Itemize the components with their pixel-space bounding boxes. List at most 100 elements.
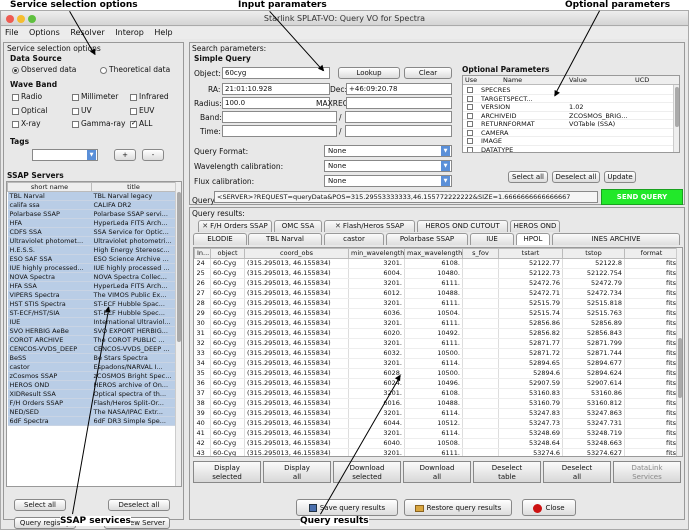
server-row[interactable]: Ultraviolet photomet... Ultraviolet photo… xyxy=(7,236,176,246)
deselect-all-params-button[interactable]: Deselect all xyxy=(552,171,600,183)
minimize-window-icon[interactable] xyxy=(17,15,25,23)
results-tab[interactable]: ELODIE xyxy=(193,233,247,245)
results-tab[interactable]: Polarbase SSAP xyxy=(386,233,468,245)
results-row[interactable]: 32 60-Cyg (315.295013, 46.155834) 3201. 6111… xyxy=(194,338,679,349)
col-title[interactable]: title xyxy=(91,182,176,192)
results-col-header[interactable]: format xyxy=(624,248,679,259)
results-col-header[interactable]: In... xyxy=(194,248,211,259)
menu-resolver[interactable]: Resolver xyxy=(70,28,104,37)
results-col-header[interactable]: min_wavelength xyxy=(348,248,405,259)
close-button[interactable]: Close xyxy=(522,499,576,516)
use-checkbox[interactable] xyxy=(467,146,473,152)
results-row[interactable]: 36 60-Cyg (315.295013, 46.155834) 6024. 1049… xyxy=(194,378,679,389)
param-value[interactable]: VOTable (SSA) xyxy=(569,120,615,128)
results-row[interactable]: 39 60-Cyg (315.295013, 46.155834) 3201. 6114… xyxy=(194,408,679,419)
result-action-button[interactable]: Download all xyxy=(403,461,471,483)
server-row[interactable]: Polarbase SSAP Polarbase SSAP servi... xyxy=(7,209,176,219)
radius-input[interactable]: 100.0 xyxy=(222,97,330,109)
results-row[interactable]: 42 60-Cyg (315.295013, 46.155834) 6040. 1050… xyxy=(194,438,679,449)
server-row[interactable]: 6dF Spectra 6dF DR3 Simple Spe... xyxy=(7,416,176,426)
results-row[interactable]: 35 60-Cyg (315.295013, 46.155834) 6028. 1050… xyxy=(194,368,679,379)
results-tab[interactable]: IUE xyxy=(470,233,514,245)
results-col-header[interactable]: tstop xyxy=(562,248,625,259)
server-row[interactable]: HFA HyperLeda FITS Arch... xyxy=(7,218,176,228)
band-xray[interactable]: X-ray xyxy=(12,119,41,128)
server-row[interactable]: castor Espadons/NARVAL I... xyxy=(7,362,176,372)
results-row[interactable]: 34 60-Cyg (315.295013, 46.155834) 3201. 6114… xyxy=(194,358,679,369)
optional-param-row[interactable]: CAMERA xyxy=(463,129,675,137)
tags-dropdown[interactable] xyxy=(32,149,98,161)
optional-scrollbar[interactable] xyxy=(673,85,679,152)
results-scrollbar[interactable] xyxy=(676,248,682,456)
results-row[interactable]: 43 60-Cyg (315.295013, 46.155834) 3201. 6111… xyxy=(194,448,679,456)
results-row[interactable]: 41 60-Cyg (315.295013, 46.155834) 3201. 6114… xyxy=(194,428,679,439)
optional-param-row[interactable]: SPECRES xyxy=(463,86,675,95)
band-optical[interactable]: Optical xyxy=(12,106,48,115)
use-checkbox[interactable] xyxy=(467,138,473,144)
band-radio[interactable]: Radio xyxy=(12,92,42,101)
param-value[interactable]: ZCOSMOS_BRIG... xyxy=(569,112,627,120)
col-short-name[interactable]: short name xyxy=(7,182,92,192)
server-row[interactable]: ESO SAF SSA ESO Science Archive ... xyxy=(7,254,176,264)
results-col-header[interactable]: object xyxy=(210,248,245,259)
restore-query-results-button[interactable]: Restore query results xyxy=(404,499,512,516)
results-row[interactable]: 31 60-Cyg (315.295013, 46.155834) 6020. 1049… xyxy=(194,328,679,339)
band-gamma[interactable]: Gamma-ray xyxy=(72,119,125,128)
server-row[interactable]: VIPERS Spectra The VIMOS Public Ex... xyxy=(7,290,176,300)
server-row[interactable]: CENCOS-VVDS_DEEP CENCOS-VVDS_DEEP ... xyxy=(7,344,176,354)
results-row[interactable]: 30 60-Cyg (315.295013, 46.155834) 3201. 6111… xyxy=(194,318,679,329)
server-row[interactable]: BeSS Be Stars Spectra xyxy=(7,353,176,363)
results-tab[interactable]: castor xyxy=(324,233,384,245)
server-row[interactable]: HFA SSA HyperLeda FITS Arch... xyxy=(7,281,176,291)
server-row[interactable]: ST-ECF/HST/SIA ST-ECF Hubble Spec... xyxy=(7,308,176,318)
observed-radio[interactable]: Observed data xyxy=(12,65,76,74)
select-all-servers-button[interactable]: Select all xyxy=(14,499,66,511)
use-checkbox[interactable] xyxy=(467,87,473,93)
query-format-dropdown[interactable]: None xyxy=(324,145,452,157)
ssap-scrollbar[interactable] xyxy=(175,182,181,486)
results-col-header[interactable]: max_wavelength xyxy=(404,248,463,259)
results-row[interactable]: 26 60-Cyg (315.295013, 46.155834) 3201. 6111… xyxy=(194,278,679,289)
band-infrared[interactable]: Infrared xyxy=(130,92,169,101)
server-row[interactable]: califa ssa CALIFA DR2 xyxy=(7,200,176,210)
server-row[interactable]: H.E.S.S. High Energy Stereosc... xyxy=(7,245,176,255)
result-action-button[interactable]: Deselect all xyxy=(543,461,611,483)
server-row[interactable]: HEROS OND HEROS archive of On... xyxy=(7,380,176,390)
remove-tag-button[interactable]: - xyxy=(142,149,164,161)
server-row[interactable]: SVO HERBIG AeBe SVO EXPORT HERBIG... xyxy=(7,326,176,336)
time-start-input[interactable] xyxy=(222,125,337,137)
lookup-button[interactable]: Lookup xyxy=(338,67,400,79)
results-row[interactable]: 37 60-Cyg (315.295013, 46.155834) 3201. 6108… xyxy=(194,388,679,399)
use-checkbox[interactable] xyxy=(467,121,473,127)
server-row[interactable]: CDFS SSA SSA Service for Optic... xyxy=(7,227,176,237)
menu-file[interactable]: File xyxy=(5,28,18,37)
optional-param-row[interactable]: TARGETSPECT... xyxy=(463,95,675,103)
menu-help[interactable]: Help xyxy=(154,28,172,37)
result-action-button[interactable]: Display all xyxy=(263,461,331,483)
results-tab[interactable]: ✕ F/H Orders SSAP xyxy=(198,220,272,232)
server-row[interactable]: zCosmos SSAP zCOSMOS Bright Spec... xyxy=(7,371,176,381)
save-query-results-button[interactable]: Save query results xyxy=(296,499,398,516)
server-row[interactable]: COROT ARCHIVE The COROT PUBLIC ... xyxy=(7,335,176,345)
results-row[interactable]: 25 60-Cyg (315.295013, 46.155834) 6004. 1048… xyxy=(194,268,679,279)
flux-calibration-dropdown[interactable]: None xyxy=(324,175,452,187)
wavelength-calibration-dropdown[interactable]: None xyxy=(324,160,452,172)
object-input[interactable]: 60cyg xyxy=(222,67,330,79)
band-millimeter[interactable]: Millimeter xyxy=(72,92,118,101)
ra-input[interactable]: 21:01:10.928 xyxy=(222,83,330,95)
server-row[interactable]: NOVA Spectra NOVA Spectra Collec... xyxy=(7,272,176,282)
select-all-params-button[interactable]: Select all xyxy=(508,171,548,183)
results-col-header[interactable]: s_fov xyxy=(462,248,499,259)
send-query-button[interactable]: SEND QUERY xyxy=(601,189,683,205)
add-tag-button[interactable]: + xyxy=(114,149,136,161)
col-value[interactable]: Value xyxy=(569,76,587,84)
optional-param-row[interactable]: IMAGE xyxy=(463,137,675,146)
use-checkbox[interactable] xyxy=(467,95,473,102)
optional-param-row[interactable]: ARCHIVEID ZCOSMOS_BRIG... xyxy=(463,112,675,120)
col-ucd[interactable]: UCD xyxy=(635,76,649,84)
update-params-button[interactable]: Update xyxy=(604,171,636,183)
results-tab[interactable]: HPOL xyxy=(516,233,550,245)
maxrec-input[interactable] xyxy=(346,97,452,109)
col-name[interactable]: Name xyxy=(503,76,522,84)
col-use[interactable]: Use xyxy=(465,76,477,84)
